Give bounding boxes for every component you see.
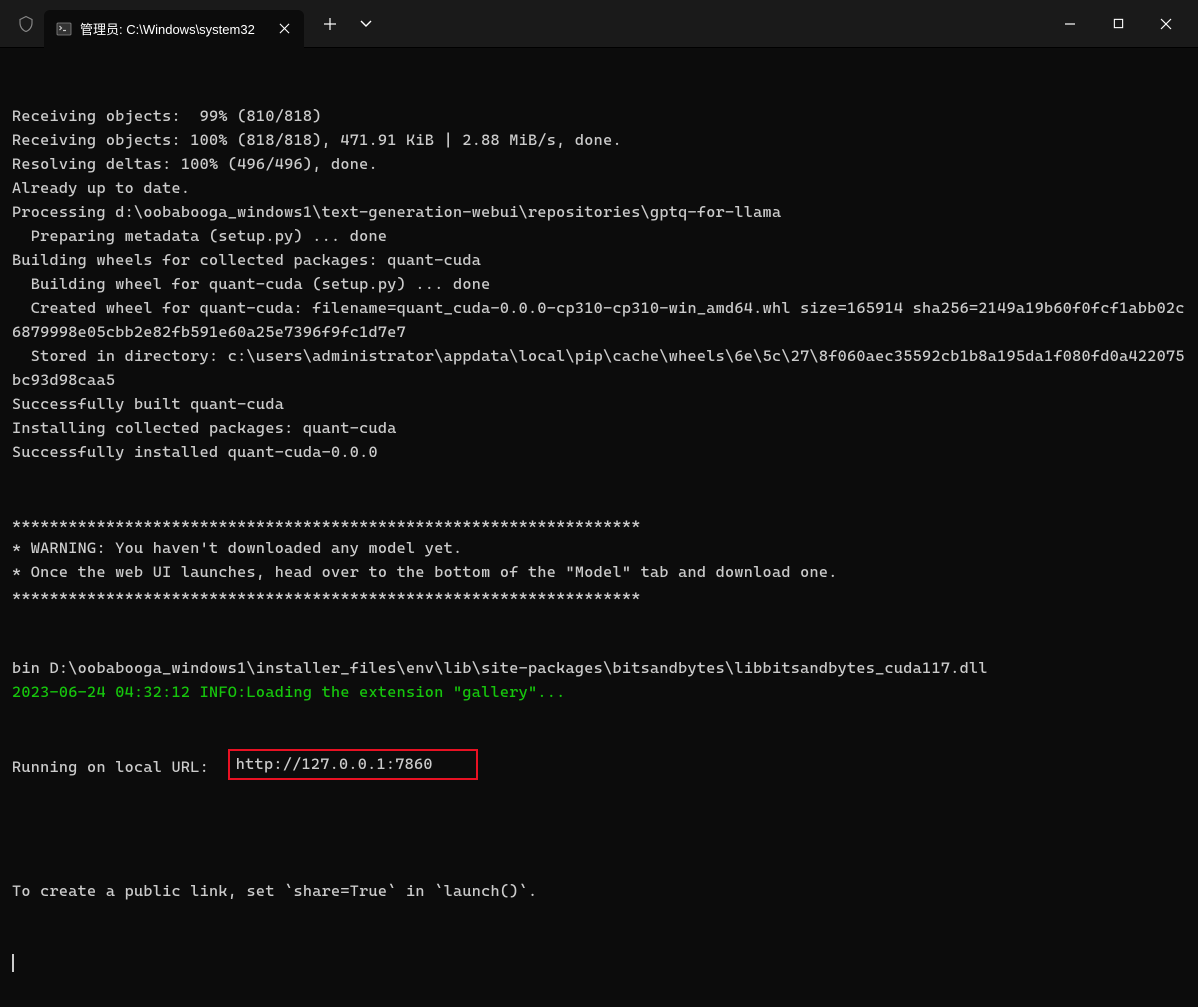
url-highlight-box: http://127.0.0.1:7860	[228, 749, 479, 779]
terminal-line: Created wheel for quant-cuda: filename=q…	[12, 296, 1186, 344]
prompt-line	[12, 951, 1186, 975]
terminal-line: Building wheel for quant-cuda (setup.py)…	[12, 272, 1186, 296]
terminal-line	[12, 488, 1186, 512]
tab-dropdown-button[interactable]	[348, 6, 384, 42]
maximize-button[interactable]	[1094, 4, 1142, 44]
terminal-line: bin D:\oobabooga_windows1\installer_file…	[12, 656, 1186, 680]
terminal-line: Installing collected packages: quant-cud…	[12, 416, 1186, 440]
cursor	[12, 954, 14, 972]
close-window-button[interactable]	[1142, 4, 1190, 44]
terminal-line: Processing d:\oobabooga_windows1\text-ge…	[12, 200, 1186, 224]
window-controls	[1046, 4, 1190, 44]
terminal-line: Successfully built quant-cuda	[12, 392, 1186, 416]
terminal-line: * WARNING: You haven't downloaded any mo…	[12, 536, 1186, 560]
tab-close-button[interactable]	[274, 19, 294, 39]
shield-icon	[16, 14, 36, 34]
terminal-lines: Receiving objects: 99% (810/818)Receivin…	[12, 104, 1186, 704]
share-instruction-line: To create a public link, set `share=True…	[12, 879, 1186, 903]
terminal-line: Already up to date.	[12, 176, 1186, 200]
terminal-line	[12, 608, 1186, 632]
local-url: http://127.0.0.1:7860	[236, 755, 433, 773]
active-tab[interactable]: 管理员: C:\Windows\system32	[44, 10, 304, 48]
terminal-line: * Once the web UI launches, head over to…	[12, 560, 1186, 584]
terminal-line: 2023-06-24 04:32:12 INFO:Loading the ext…	[12, 680, 1186, 704]
terminal-line: Stored in directory: c:\users\administra…	[12, 344, 1186, 392]
url-prefix: Running on local URL:	[12, 758, 228, 776]
tab-title: 管理员: C:\Windows\system32	[80, 19, 266, 38]
url-line: Running on local URL: http://127.0.0.1:7…	[12, 752, 1186, 782]
terminal-line: Receiving objects: 99% (810/818)	[12, 104, 1186, 128]
terminal-output[interactable]: Receiving objects: 99% (810/818)Receivin…	[0, 48, 1198, 1007]
terminal-line: ****************************************…	[12, 584, 1186, 608]
terminal-line: ****************************************…	[12, 512, 1186, 536]
terminal-line: Receiving objects: 100% (818/818), 471.9…	[12, 128, 1186, 152]
terminal-line: Building wheels for collected packages: …	[12, 248, 1186, 272]
terminal-line: Resolving deltas: 100% (496/496), done.	[12, 152, 1186, 176]
terminal-line	[12, 464, 1186, 488]
titlebar: 管理员: C:\Windows\system32	[0, 0, 1198, 48]
terminal-line	[12, 632, 1186, 656]
new-tab-button[interactable]	[312, 6, 348, 42]
terminal-line: Successfully installed quant-cuda-0.0.0	[12, 440, 1186, 464]
terminal-icon	[56, 21, 72, 37]
terminal-line: Preparing metadata (setup.py) ... done	[12, 224, 1186, 248]
minimize-button[interactable]	[1046, 4, 1094, 44]
